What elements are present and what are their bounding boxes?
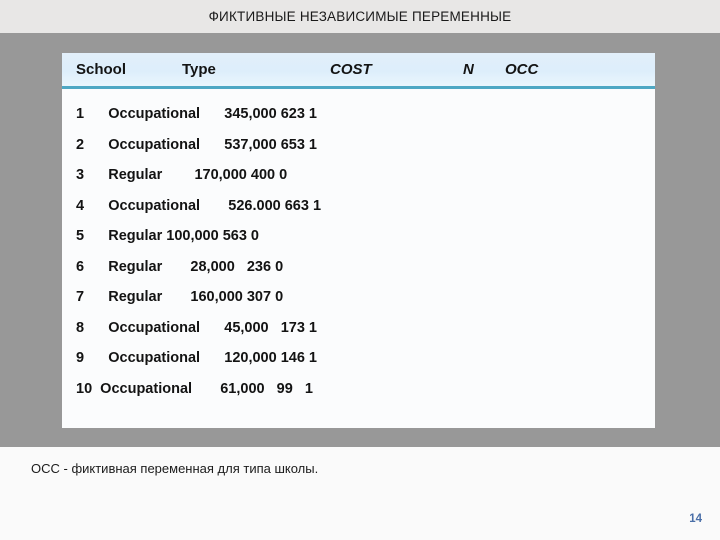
table-row: 10 Occupational 61,000 99 1 bbox=[76, 380, 313, 397]
column-header-cost: COST bbox=[330, 61, 372, 78]
table-row: 5 Regular 100,000 563 0 bbox=[76, 228, 259, 244]
table-header-row: School Type COST N OCC bbox=[62, 53, 655, 89]
column-header-school: School bbox=[76, 61, 127, 78]
table-row: 2 Occupational 537,000 653 1 bbox=[76, 136, 317, 153]
table-row: 8 Occupational 45,000 173 1 bbox=[76, 319, 317, 336]
table-row: 1 Occupational 345,000 623 1 bbox=[76, 106, 317, 122]
page-title: ФИКТИВНЫЕ НЕЗАВИСИМЫЕ ПЕРЕМЕННЫЕ bbox=[208, 9, 512, 24]
column-header-n: N bbox=[463, 61, 474, 78]
slide-number: 14 bbox=[689, 513, 702, 525]
title-bar: ФИКТИВНЫЕ НЕЗАВИСИМЫЕ ПЕРЕМЕННЫЕ bbox=[0, 0, 720, 33]
footnote-caption: OCC - фиктивная переменная для типа школ… bbox=[31, 461, 319, 476]
table-row: 4 Occupational 526.000 663 1 bbox=[76, 197, 322, 214]
table-body: 1 Occupational 345,000 623 1 2 Occupatio… bbox=[62, 89, 655, 404]
table-row: 3 Regular 170,000 400 0 bbox=[76, 167, 288, 183]
slide: ФИКТИВНЫЕ НЕЗАВИСИМЫЕ ПЕРЕМЕННЫЕ School … bbox=[0, 0, 720, 540]
column-header-occ: OCC bbox=[505, 61, 539, 78]
table-row: 7 Regular 160,000 307 0 bbox=[76, 289, 284, 305]
column-header-type: Type bbox=[182, 61, 216, 78]
table-row: 9 Occupational 120,000 146 1 bbox=[76, 350, 317, 366]
data-table-panel: School Type COST N OCC 1 Occupational 34… bbox=[62, 53, 655, 428]
table-row: 6 Regular 28,000 236 0 bbox=[76, 258, 284, 275]
